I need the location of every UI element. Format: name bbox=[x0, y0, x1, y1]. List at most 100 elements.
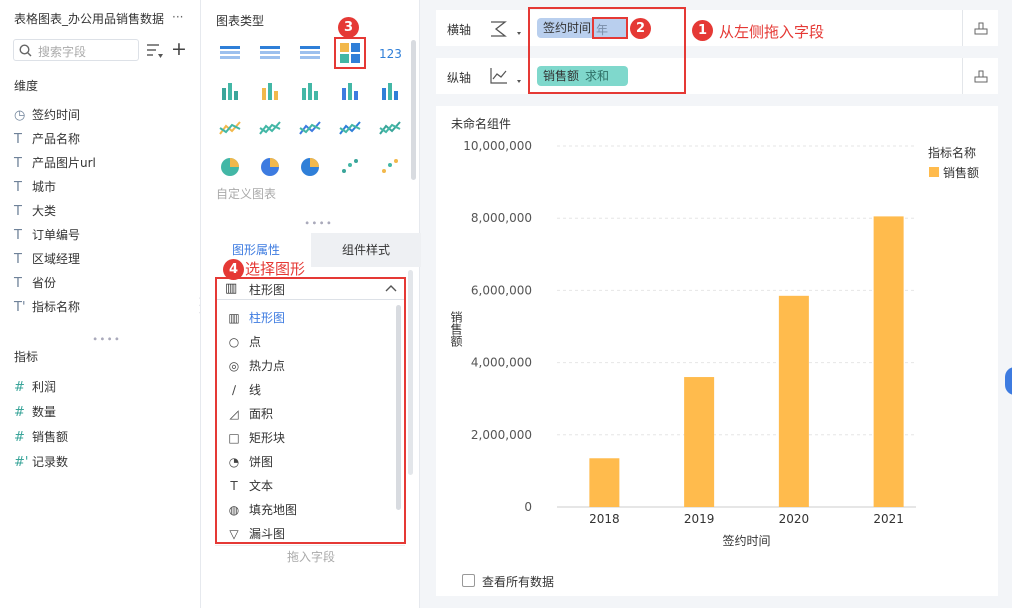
bar[interactable] bbox=[778, 295, 809, 507]
x-axis-chart-icon[interactable] bbox=[489, 19, 523, 39]
bar-icon[interactable] bbox=[257, 78, 283, 104]
y-tick-label: 8,000,000 bbox=[471, 211, 532, 225]
metric-item[interactable]: # 数量 bbox=[14, 402, 56, 422]
x-tick-label: 2019 bbox=[684, 512, 715, 526]
dimension-header: 维度 bbox=[14, 79, 39, 93]
x-shelf-settings[interactable] bbox=[962, 10, 998, 46]
annotation-badge-1: 1 bbox=[692, 20, 713, 41]
custom-chart-label[interactable]: 自定义图表 bbox=[216, 185, 276, 202]
dot-icon[interactable] bbox=[337, 154, 363, 180]
legend-item[interactable]: 销售额 bbox=[943, 164, 979, 181]
stacked-bar-icon[interactable] bbox=[337, 78, 363, 104]
dimension-item[interactable]: T 产品名称 bbox=[14, 129, 80, 149]
splitter-handle[interactable]: ∙∙∙∙ bbox=[92, 334, 121, 345]
annotation-text-1: 从左侧拖入字段 bbox=[719, 23, 825, 41]
table-chart-icon[interactable] bbox=[217, 40, 243, 66]
gauge-icon[interactable] bbox=[377, 116, 403, 142]
metric-item[interactable]: # 利润 bbox=[14, 377, 56, 397]
annotation-box-2 bbox=[592, 17, 628, 39]
side-toggle-handle[interactable] bbox=[1005, 367, 1012, 395]
show-all-label[interactable]: 查看所有数据 bbox=[482, 573, 554, 590]
y-axis-title: 销售额 bbox=[449, 311, 463, 348]
chart-component: 未命名组件 指标名称 销售额 0 2,000,000 4,000,000 6,000,… bbox=[436, 106, 998, 596]
dimension-item[interactable]: T 省份 bbox=[14, 273, 56, 293]
multi-line-icon[interactable] bbox=[217, 116, 243, 142]
bubble-icon[interactable] bbox=[377, 154, 403, 180]
splitter-handle-mid[interactable]: ∙∙∙∙ bbox=[304, 218, 333, 229]
props-scrollbar[interactable] bbox=[408, 270, 413, 475]
chart-type-header: 图表类型 bbox=[216, 14, 265, 28]
number-type-icon: # bbox=[14, 430, 25, 445]
x-axis-shelf[interactable]: 横轴 签约时间 年 bbox=[436, 10, 998, 46]
metric-label: 记录数 bbox=[32, 455, 69, 469]
annotation-badge-4: 4 bbox=[223, 259, 244, 280]
metric-label: 数量 bbox=[32, 405, 57, 419]
sort-icon[interactable] bbox=[146, 42, 166, 60]
dimension-item[interactable]: T 产品图片url bbox=[14, 153, 96, 173]
more-icon[interactable]: ··· bbox=[172, 10, 183, 24]
metric-item[interactable]: # 销售额 bbox=[14, 427, 68, 447]
donut-icon[interactable] bbox=[297, 154, 323, 180]
stamp-icon bbox=[974, 70, 988, 83]
y-axis-chart-icon[interactable] bbox=[489, 66, 523, 86]
dimension-label: 签约时间 bbox=[32, 108, 81, 122]
multi-bar-icon[interactable] bbox=[297, 78, 323, 104]
rose-icon[interactable] bbox=[257, 154, 283, 180]
text-type-icon: T bbox=[14, 276, 22, 291]
annotation-badge-2: 2 bbox=[630, 18, 651, 39]
field-panel: 表格图表_办公用品销售数据 ··· 搜索字段 + 维度 ◷ 签约时间 T 产品名称 T 产… bbox=[0, 0, 206, 608]
radar-line-icon[interactable] bbox=[257, 116, 283, 142]
text-type-icon: T bbox=[14, 132, 22, 147]
dimension-label: 订单编号 bbox=[32, 228, 81, 242]
metric-label: 利润 bbox=[32, 380, 57, 394]
text-type-icon: T bbox=[14, 156, 22, 171]
number-type-icon: # bbox=[14, 405, 25, 420]
dimension-label: 省份 bbox=[32, 276, 57, 290]
dimension-item[interactable]: T 大类 bbox=[14, 201, 56, 221]
annotation-box-4 bbox=[215, 277, 406, 544]
dimension-item[interactable]: ◷ 签约时间 bbox=[14, 105, 80, 125]
dimension-item[interactable]: T 区域经理 bbox=[14, 249, 80, 269]
search-placeholder: 搜索字段 bbox=[38, 45, 87, 59]
bar[interactable] bbox=[589, 458, 620, 507]
scatter-line-icon[interactable] bbox=[377, 78, 403, 104]
svg-text:123: 123 bbox=[379, 47, 402, 61]
y-tick-label: 2,000,000 bbox=[471, 428, 532, 442]
text-type-icon: T bbox=[14, 228, 22, 243]
radar-icon[interactable] bbox=[297, 116, 323, 142]
cross-table-icon[interactable] bbox=[257, 40, 283, 66]
legend-title: 指标名称 bbox=[928, 146, 977, 160]
detail-table-icon[interactable] bbox=[297, 40, 323, 66]
dimension-item[interactable]: T 订单编号 bbox=[14, 225, 80, 245]
metric-item[interactable]: #' 记录数 bbox=[14, 452, 68, 472]
bar[interactable] bbox=[873, 216, 904, 507]
add-field-button[interactable]: + bbox=[171, 38, 187, 60]
dimension-item[interactable]: T 城市 bbox=[14, 177, 56, 197]
text-type-icon: T bbox=[14, 180, 22, 195]
dimension-label: 大类 bbox=[32, 204, 57, 218]
clock-icon: ◷ bbox=[14, 108, 26, 123]
tab-component-style[interactable]: 组件样式 bbox=[311, 233, 421, 267]
stamp-icon bbox=[974, 22, 988, 35]
y-axis-label: 纵轴 bbox=[447, 71, 472, 85]
search-input[interactable]: 搜索字段 bbox=[13, 39, 139, 61]
show-all-checkbox[interactable] bbox=[462, 574, 475, 587]
text-type-icon: T bbox=[14, 204, 22, 219]
dimension-label: 指标名称 bbox=[32, 300, 81, 314]
pie-icon[interactable] bbox=[217, 154, 243, 180]
chart-types-scrollbar[interactable] bbox=[411, 40, 416, 180]
dataset-title[interactable]: 表格图表_办公用品销售数据 bbox=[14, 10, 164, 27]
drop-hint: 拖入字段 bbox=[287, 550, 336, 564]
kpi-icon[interactable]: 123 bbox=[377, 40, 403, 66]
canvas-area: 横轴 签约时间 年 纵轴 销售额 求和 未命名组件 指标名称 销售额 0 2,000… bbox=[421, 0, 1012, 608]
bar[interactable] bbox=[684, 377, 715, 507]
text-type-icon: T bbox=[14, 252, 22, 267]
grouped-table-icon[interactable] bbox=[217, 78, 243, 104]
area-icon[interactable] bbox=[337, 116, 363, 142]
y-axis-shelf[interactable]: 纵轴 销售额 求和 bbox=[436, 58, 998, 94]
drop-zone[interactable]: 拖入字段 bbox=[215, 545, 405, 600]
x-axis-title: 签约时间 bbox=[722, 533, 770, 548]
y-shelf-settings[interactable] bbox=[962, 58, 998, 94]
search-icon bbox=[19, 44, 32, 57]
dimension-item[interactable]: T' 指标名称 bbox=[14, 297, 80, 317]
